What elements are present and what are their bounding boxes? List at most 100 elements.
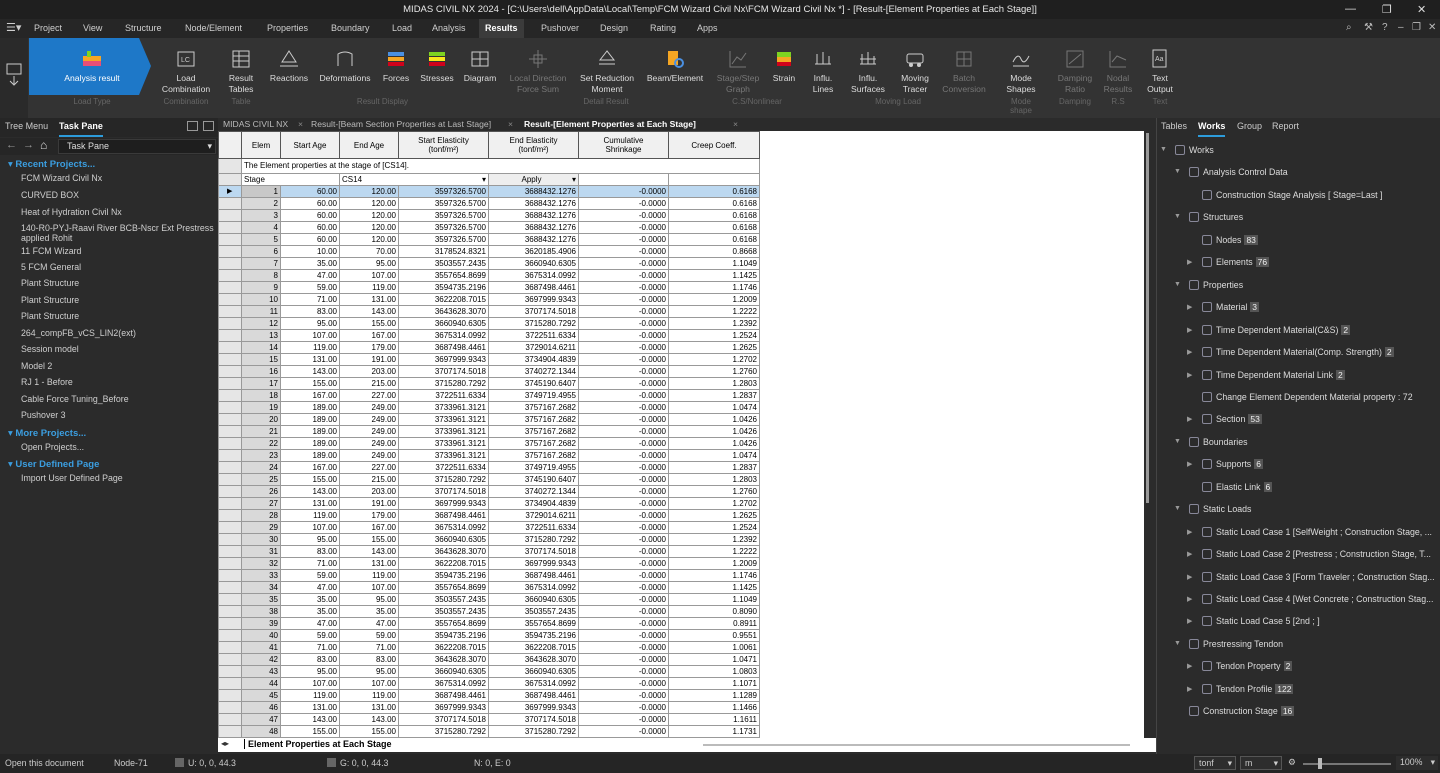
cell-cumulative-shrinkage[interactable]: -0.0000 (578, 401, 669, 414)
tree-item[interactable]: Supports 6 (1216, 459, 1263, 470)
cell-creep-coeff[interactable]: 1.0803 (668, 665, 760, 678)
cell-end-age[interactable]: 227.00 (339, 461, 399, 474)
tree-item[interactable]: Time Dependent Material(Comp. Strength) 2 (1216, 347, 1394, 358)
cell-start-elasticity[interactable]: 3733961.3121 (398, 401, 489, 414)
horizontal-scrollbar[interactable] (703, 744, 1130, 746)
cell-end-age[interactable]: 249.00 (339, 449, 399, 462)
cell-creep-coeff[interactable]: 1.1746 (668, 281, 760, 294)
cell-end-age[interactable]: 167.00 (339, 521, 399, 534)
zoom-select[interactable]: 100% ▾ (1396, 756, 1438, 770)
cell-cumulative-shrinkage[interactable]: -0.0000 (578, 245, 669, 258)
expand-chevron-icon[interactable]: ▶ (1187, 303, 1192, 311)
cell-elem[interactable]: 48 (241, 725, 281, 738)
pane-layout-icon[interactable] (187, 121, 198, 131)
expand-chevron-icon[interactable]: ▼ (1174, 438, 1181, 445)
cell-start-age[interactable]: 131.00 (280, 353, 340, 366)
cell-end-age[interactable]: 203.00 (339, 485, 399, 498)
cell-end-elasticity[interactable]: 3757167.2682 (488, 437, 579, 450)
table-row[interactable]: 14 119.00 179.00 3687498.4461 3729014.6211 -0… (218, 341, 760, 354)
header-creep-coeff[interactable]: Creep Coeff. (668, 131, 760, 159)
cell-cumulative-shrinkage[interactable]: -0.0000 (578, 665, 669, 678)
cell-end-age[interactable]: 95.00 (339, 257, 399, 270)
row-header[interactable] (218, 158, 242, 174)
cell-cumulative-shrinkage[interactable]: -0.0000 (578, 305, 669, 318)
cell-end-elasticity[interactable]: 3715280.7292 (488, 533, 579, 546)
cell-creep-coeff[interactable]: 0.6168 (668, 221, 760, 234)
cell-cumulative-shrinkage[interactable]: -0.0000 (578, 449, 669, 462)
row-header[interactable] (218, 689, 242, 702)
cell-end-age[interactable]: 249.00 (339, 437, 399, 450)
cell-cumulative-shrinkage[interactable]: -0.0000 (578, 281, 669, 294)
recent-project[interactable]: RJ 1 - Before (21, 377, 217, 387)
row-header[interactable] (218, 353, 242, 366)
cell-creep-coeff[interactable]: 1.2625 (668, 341, 760, 354)
cell-start-elasticity[interactable]: 3597326.5700 (398, 221, 489, 234)
cell-creep-coeff[interactable]: 1.2392 (668, 533, 760, 546)
reactions-button[interactable]: Reactions (266, 48, 312, 84)
menu-project[interactable]: Project (28, 19, 68, 38)
cell-elem[interactable]: 39 (241, 617, 281, 630)
cell-start-age[interactable]: 189.00 (280, 413, 340, 426)
cell-end-elasticity[interactable]: 3643628.3070 (488, 653, 579, 666)
cell-elem[interactable]: 44 (241, 677, 281, 690)
row-header[interactable] (218, 701, 242, 714)
cell-end-age[interactable]: 71.00 (339, 641, 399, 654)
cell-start-age[interactable]: 189.00 (280, 401, 340, 414)
cell-end-elasticity[interactable]: 3697999.9343 (488, 701, 579, 714)
tab-group[interactable]: Group (1237, 118, 1262, 137)
cell-end-elasticity[interactable]: 3675314.0992 (488, 581, 579, 594)
row-header[interactable]: ▶ (218, 185, 242, 198)
tree-item[interactable]: Tendon Profile 122 (1216, 683, 1294, 694)
cell-start-age[interactable]: 47.00 (280, 269, 340, 282)
cell-elem[interactable]: 19 (241, 401, 281, 414)
cell-elem[interactable]: 23 (241, 449, 281, 462)
row-header[interactable] (218, 257, 242, 270)
cell-start-age[interactable]: 107.00 (280, 329, 340, 342)
cell-cumulative-shrinkage[interactable]: -0.0000 (578, 377, 669, 390)
row-header[interactable] (218, 233, 242, 246)
tree-item[interactable]: Change Element Dependent Material proper… (1216, 392, 1413, 402)
menu-results[interactable]: Results (479, 19, 524, 38)
cell-cumulative-shrinkage[interactable]: -0.0000 (578, 497, 669, 510)
cell-start-age[interactable]: 83.00 (280, 305, 340, 318)
row-header[interactable] (218, 341, 242, 354)
row-header[interactable] (218, 641, 242, 654)
table-row[interactable]: 27 131.00 191.00 3697999.9343 3734904.4839 -0… (218, 497, 760, 510)
table-row[interactable]: 5 60.00 120.00 3597326.5700 3688432.1276 -0.0… (218, 233, 760, 246)
cell-start-age[interactable]: 60.00 (280, 209, 340, 222)
result-tables-button[interactable]: Result Tables (222, 48, 260, 94)
cell-end-elasticity[interactable]: 3757167.2682 (488, 449, 579, 462)
cell-start-elasticity[interactable]: 3503557.2435 (398, 605, 489, 618)
cell-creep-coeff[interactable]: 1.0426 (668, 437, 760, 450)
cell-cumulative-shrinkage[interactable]: -0.0000 (578, 197, 669, 210)
cell-end-age[interactable]: 227.00 (339, 389, 399, 402)
cell-cumulative-shrinkage[interactable]: -0.0000 (578, 221, 669, 234)
tree-item[interactable]: Elements 76 (1216, 257, 1270, 268)
table-row[interactable]: 34 47.00 107.00 3557654.8699 3675314.0992 -0.… (218, 581, 760, 594)
table-row[interactable]: 15 131.00 191.00 3697999.9343 3734904.4839 -0… (218, 353, 760, 366)
cell-end-age[interactable]: 131.00 (339, 557, 399, 570)
help-icon[interactable]: ? (1382, 22, 1388, 33)
cell-start-age[interactable]: 155.00 (280, 377, 340, 390)
cell-end-elasticity[interactable]: 3745190.6407 (488, 473, 579, 486)
tree-item[interactable]: Nodes 83 (1216, 234, 1258, 245)
row-header[interactable] (218, 389, 242, 402)
cell-creep-coeff[interactable]: 1.1731 (668, 725, 760, 738)
table-row[interactable]: 38 35.00 35.00 3503557.2435 3503557.2435 -0.0… (218, 605, 760, 618)
cell-start-age[interactable]: 35.00 (280, 593, 340, 606)
text-output-button[interactable]: Aa Text Output (1142, 48, 1178, 94)
cell-start-age[interactable]: 60.00 (280, 197, 340, 210)
tree-item[interactable]: Time Dependent Material(C&S) 2 (1216, 324, 1351, 335)
cell-cumulative-shrinkage[interactable]: -0.0000 (578, 521, 669, 534)
cell-start-elasticity[interactable]: 3697999.9343 (398, 353, 489, 366)
app-menu-icon[interactable]: ☰▾ (0, 19, 27, 38)
recent-projects-header[interactable]: ▾ Recent Projects... (8, 159, 95, 170)
row-header[interactable] (218, 713, 242, 726)
cell-start-elasticity[interactable]: 3707174.5018 (398, 485, 489, 498)
recent-project[interactable]: 264_compFB_vCS_LIN2(ext) (21, 328, 217, 338)
cell-cumulative-shrinkage[interactable]: -0.0000 (578, 533, 669, 546)
cell-creep-coeff[interactable]: 1.2837 (668, 461, 760, 474)
cell-start-elasticity[interactable]: 3643628.3070 (398, 545, 489, 558)
cell-start-elasticity[interactable]: 3594735.2196 (398, 281, 489, 294)
cell-elem[interactable]: 42 (241, 653, 281, 666)
